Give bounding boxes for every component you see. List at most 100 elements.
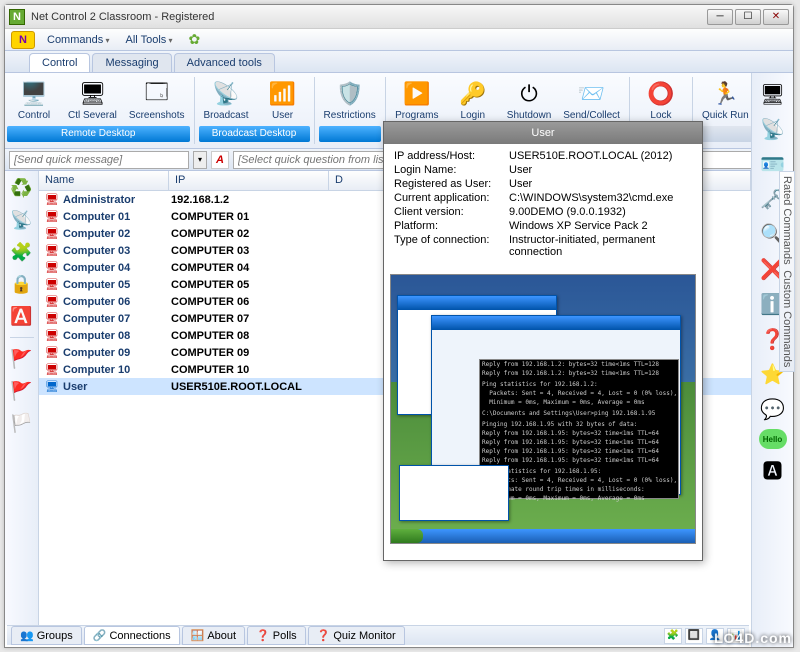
ribbon-group-label[interactable] <box>319 126 381 142</box>
quick-message-dropdown[interactable]: ▾ <box>193 151 207 169</box>
connection-name: User <box>63 381 171 393</box>
right-tool-1[interactable]: 📡 <box>758 114 788 144</box>
ribbon-screenshots[interactable]: 🗔Screenshots <box>124 75 190 124</box>
ribbon-lock[interactable]: ⭕Lock <box>634 75 688 124</box>
ribbon-group-label[interactable] <box>697 126 754 142</box>
bottom-tab-polls[interactable]: ❓Polls <box>247 626 306 645</box>
bottom-tabs: 👥Groups🔗Connections🪟About❓Polls❓Quiz Mon… <box>7 625 749 645</box>
ribbon-login[interactable]: 🔑Login <box>446 75 500 124</box>
tab-icon: ❓ <box>256 629 270 642</box>
xp-start-button <box>391 529 423 543</box>
connection-ip: COMPUTER 03 <box>171 245 331 257</box>
connection-name: Computer 03 <box>63 245 171 257</box>
app-logo-icon[interactable]: N <box>11 31 35 49</box>
connection-name: Administrator <box>63 194 171 206</box>
computer-icon: 🖥 <box>43 244 61 258</box>
left-tool-0[interactable]: ♻️ <box>9 175 35 201</box>
ribbon-group-label[interactable]: Remote Desktop <box>7 126 190 142</box>
right-tool-10[interactable]: Hello <box>759 429 787 449</box>
bottom-tab-about[interactable]: 🪟About <box>182 626 245 645</box>
ribbon-quick-run[interactable]: 🏃Quick Run <box>697 75 754 124</box>
col-ip[interactable]: IP <box>169 171 329 190</box>
info-value: USER510E.ROOT.LOCAL (2012) <box>509 150 692 162</box>
info-row: Login Name:User <box>394 164 692 176</box>
maximize-button[interactable]: ☐ <box>735 9 761 25</box>
close-button[interactable]: ✕ <box>763 9 789 25</box>
connection-ip: COMPUTER 06 <box>171 296 331 308</box>
xp-tooltip <box>399 465 509 521</box>
connection-ip: COMPUTER 02 <box>171 228 331 240</box>
ribbon-send/collect[interactable]: 📨Send/Collect <box>558 75 625 124</box>
left-tool-1[interactable]: 📡 <box>9 207 35 233</box>
popup-title[interactable]: User <box>384 122 702 144</box>
ribbon-restrictions[interactable]: 🛡️Restrictions <box>319 75 381 124</box>
tab-icon: 👥 <box>20 629 34 642</box>
computer-icon: 🖥 <box>43 227 61 241</box>
status-button-1[interactable]: 🔲 <box>685 628 703 644</box>
ribbon-programs[interactable]: ▶️Programs <box>390 75 444 124</box>
connection-ip: COMPUTER 07 <box>171 313 331 325</box>
info-label: Client version: <box>394 206 509 218</box>
connection-ip: COMPUTER 10 <box>171 364 331 376</box>
popup-body: IP address/Host:USER510E.ROOT.LOCAL (201… <box>384 144 702 266</box>
connection-ip: 192.168.1.2 <box>171 194 331 206</box>
main-window: N Net Control 2 Classroom - Registered ─… <box>4 4 794 648</box>
connection-name: Computer 06 <box>63 296 171 308</box>
info-value: 9.00DEMO (9.0.0.1932) <box>509 206 692 218</box>
bottom-tab-groups[interactable]: 👥Groups <box>11 626 82 645</box>
menu-all-tools[interactable]: All Tools <box>122 32 177 48</box>
info-row: Registered as User:User <box>394 178 692 190</box>
bottom-tab-connections[interactable]: 🔗Connections <box>84 626 180 645</box>
right-tool-0[interactable]: 🖥 <box>758 79 788 109</box>
tab-control[interactable]: Control <box>29 53 90 72</box>
minimize-button[interactable]: ─ <box>707 9 733 25</box>
left-tool-7[interactable]: 🚩 <box>9 378 35 404</box>
col-name[interactable]: Name <box>39 171 169 190</box>
status-button-0[interactable]: 🧩 <box>664 628 682 644</box>
user-info-popup[interactable]: User IP address/Host:USER510E.ROOT.LOCAL… <box>383 121 703 561</box>
left-tool-2[interactable]: 🧩 <box>9 239 35 265</box>
control-icon: 🖥️ <box>18 78 50 110</box>
computer-icon: 🖥 <box>43 329 61 343</box>
left-tool-4[interactable]: 🅰️ <box>9 303 35 329</box>
connection-name: Computer 05 <box>63 279 171 291</box>
tab-icon: ❓ <box>317 629 331 642</box>
computer-icon: 🖥 <box>43 278 61 292</box>
lock-icon: ⭕ <box>645 78 677 110</box>
info-value: User <box>509 164 692 176</box>
computer-icon: 🖥 <box>43 210 61 224</box>
titlebar[interactable]: N Net Control 2 Classroom - Registered ─… <box>5 5 793 29</box>
restrictions-icon: 🛡️ <box>334 78 366 110</box>
right-tool-9[interactable]: 💬 <box>758 394 788 424</box>
sidebar-label-rated[interactable]: Rated Commands Custom Commands <box>779 171 795 372</box>
connection-ip: COMPUTER 04 <box>171 262 331 274</box>
left-tool-6[interactable]: 🚩 <box>9 346 35 372</box>
connection-ip: COMPUTER 08 <box>171 330 331 342</box>
ribbon-control[interactable]: 🖥️Control <box>7 75 61 124</box>
tab-advanced[interactable]: Advanced tools <box>174 53 275 72</box>
bottom-tab-quiz-monitor[interactable]: ❓Quiz Monitor <box>308 626 405 645</box>
ribbon-ctl-several[interactable]: 🖥Ctl Several <box>63 75 122 124</box>
menu-commands[interactable]: Commands <box>43 32 114 48</box>
tab-icon: 🔗 <box>93 629 107 642</box>
programs-icon: ▶️ <box>401 78 433 110</box>
app-icon: N <box>9 9 25 25</box>
format-a-button[interactable]: A <box>211 151 229 169</box>
ribbon-group-label[interactable]: Broadcast Desktop <box>199 126 310 142</box>
connection-name: Computer 04 <box>63 262 171 274</box>
connection-ip: USER510E.ROOT.LOCAL <box>171 381 331 393</box>
remote-screen-thumbnail[interactable]: Reply from 192.168.1.2: bytes=32 time<1m… <box>390 274 696 544</box>
left-tool-3[interactable]: 🔒 <box>9 271 35 297</box>
ribbon-user[interactable]: 📶User <box>256 75 310 124</box>
ribbon-shutdown[interactable]: ⏻Shutdown <box>502 75 556 124</box>
ribbon-broadcast[interactable]: 📡Broadcast <box>199 75 254 124</box>
main-tabs: Control Messaging Advanced tools <box>5 51 793 73</box>
connection-name: Computer 07 <box>63 313 171 325</box>
left-tool-8[interactable]: 🏳️ <box>9 410 35 436</box>
quick run-icon: 🏃 <box>709 78 741 110</box>
favorite-icon[interactable]: ✿ <box>189 31 201 48</box>
info-row: Client version:9.00DEMO (9.0.0.1932) <box>394 206 692 218</box>
quick-message-input[interactable] <box>9 151 189 169</box>
tab-messaging[interactable]: Messaging <box>92 53 171 72</box>
right-tool-11[interactable]: 🅰 <box>758 454 788 484</box>
